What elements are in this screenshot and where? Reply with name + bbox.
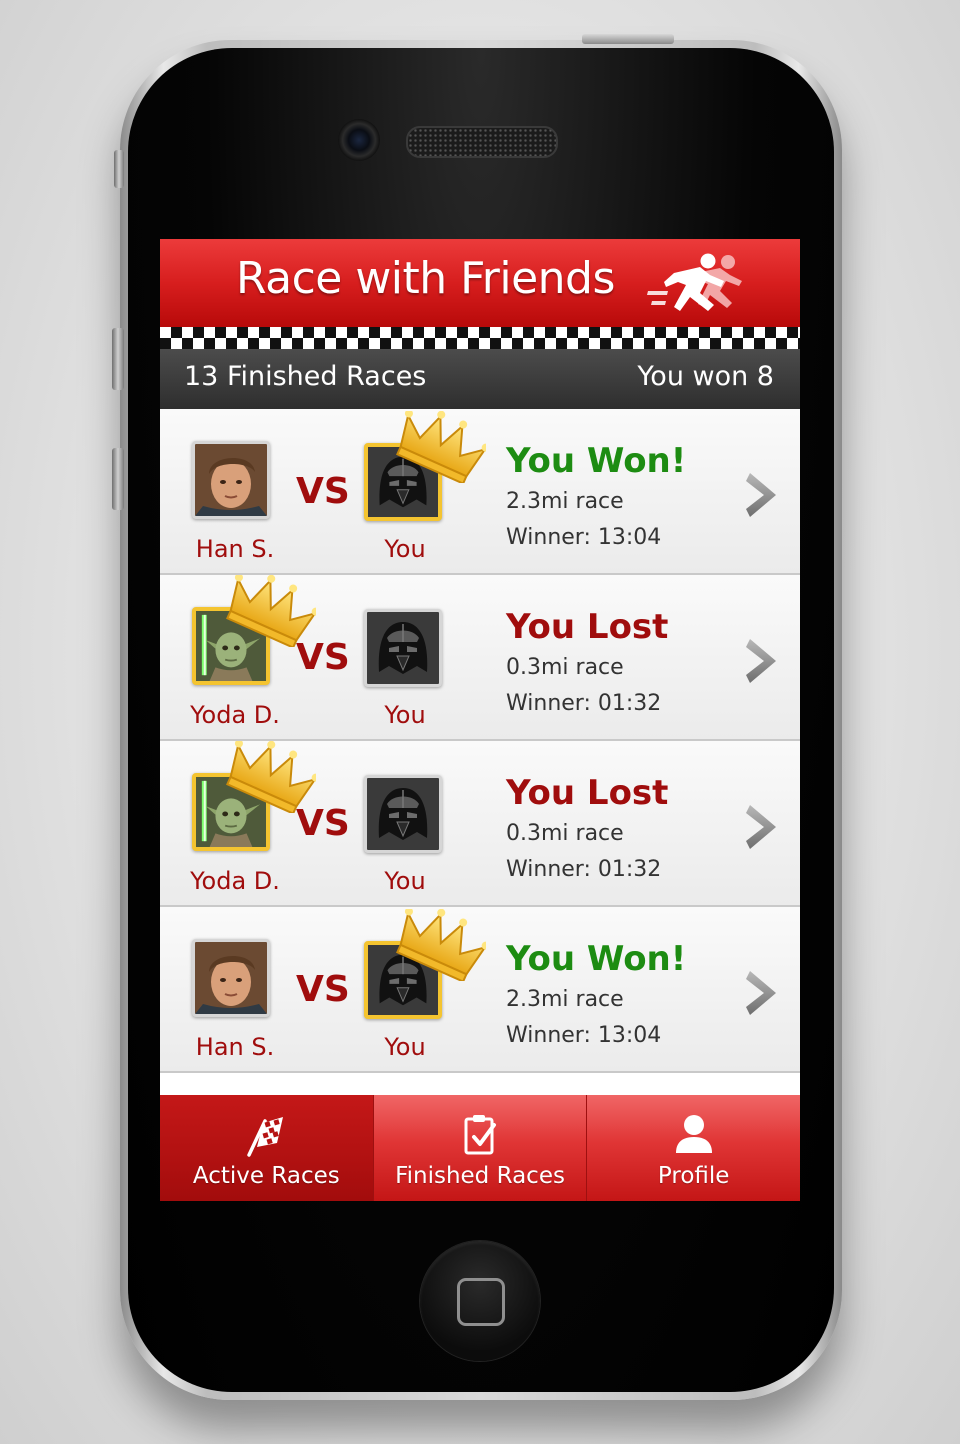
tab-label: Finished Races (395, 1163, 565, 1189)
race-row[interactable]: VS Han S. You You Won! 2.3mi race Winner: 13… (160, 409, 800, 575)
vs-label: VS (296, 803, 350, 844)
opponent-name: Han S. (195, 1033, 275, 1061)
volume-up-button (112, 328, 124, 390)
your-name: You (384, 867, 426, 895)
opponent-avatar (192, 939, 270, 1017)
front-camera (338, 119, 380, 161)
person-icon (675, 1115, 712, 1153)
runners-icon (647, 253, 742, 311)
opponent-name: Han S. (195, 535, 275, 563)
races-won-count: You won 8 (637, 361, 774, 392)
checkered-stripe (160, 327, 800, 349)
race-distance: 2.3mi race (506, 489, 624, 514)
tab-bar: Active Races Finished Races Profile (160, 1095, 800, 1201)
winner-time: Winner: 13:04 (506, 1023, 662, 1048)
your-name: You (384, 701, 426, 729)
race-result: You Lost (506, 773, 669, 813)
tab-finished-races[interactable]: Finished Races (373, 1095, 588, 1201)
vs-label: VS (296, 637, 350, 678)
tab-label: Profile (657, 1163, 730, 1189)
race-result: You Lost (506, 607, 669, 647)
your-avatar (364, 609, 442, 687)
earpiece-speaker (406, 126, 558, 158)
race-list: VS Han S. You You Won! 2.3mi race Winner: 13… (160, 409, 800, 1073)
opponent-name: Yoda D. (190, 867, 280, 895)
tab-active-races[interactable]: Active Races (160, 1095, 374, 1201)
race-result: You Won! (506, 441, 687, 481)
your-name: You (384, 1033, 426, 1061)
crown-icon (394, 907, 490, 983)
your-avatar (364, 775, 442, 853)
app-header: Race with Friends (160, 239, 800, 327)
home-square-icon (457, 1278, 505, 1326)
vs-label: VS (296, 471, 350, 512)
tab-profile[interactable]: Profile (587, 1095, 800, 1201)
chevron-right-icon[interactable] (744, 469, 780, 521)
chevron-right-icon[interactable] (744, 801, 780, 853)
chevron-right-icon[interactable] (744, 967, 780, 1019)
race-row[interactable]: VS Yoda D. You You Lost 0.3mi race Winner: 0… (160, 739, 800, 907)
volume-down-button (112, 448, 124, 510)
home-button[interactable] (420, 1241, 540, 1361)
tab-label: Active Races (192, 1163, 340, 1189)
chevron-right-icon[interactable] (744, 635, 780, 687)
crown-icon (394, 409, 490, 485)
race-distance: 0.3mi race (506, 821, 624, 846)
finished-races-count: 13 Finished Races (184, 361, 427, 392)
race-distance: 2.3mi race (506, 987, 624, 1012)
winner-time: Winner: 01:32 (506, 857, 662, 882)
winner-time: Winner: 01:32 (506, 691, 662, 716)
your-name: You (384, 535, 426, 563)
winner-time: Winner: 13:04 (506, 525, 662, 550)
app-screen: Race with Friends 13 Finished Races You … (160, 239, 800, 1201)
mute-switch (114, 150, 124, 188)
checkered-flag-icon (247, 1117, 284, 1157)
opponent-avatar (192, 441, 270, 519)
vs-label: VS (296, 969, 350, 1010)
race-row[interactable]: VS Han S. You You Won! 2.3mi race Winner: 13… (160, 907, 800, 1073)
opponent-name: Yoda D. (190, 701, 280, 729)
app-title: Race with Friends (236, 253, 615, 304)
power-button (582, 34, 674, 44)
clipboard-check-icon (464, 1115, 496, 1155)
race-distance: 0.3mi race (506, 655, 624, 680)
race-result: You Won! (506, 939, 687, 979)
summary-bar: 13 Finished Races You won 8 (160, 349, 800, 409)
race-row[interactable]: VS Yoda D. You You Lost 0.3mi race Winner: 0… (160, 573, 800, 741)
